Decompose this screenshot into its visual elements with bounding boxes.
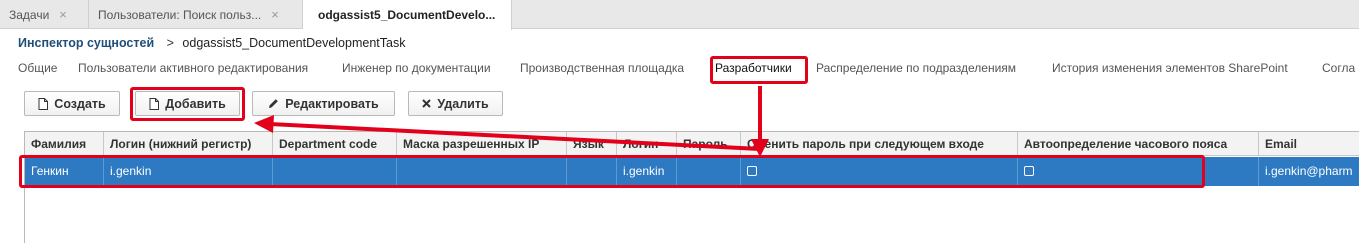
breadcrumb-separator: > xyxy=(166,36,174,50)
delete-button[interactable]: Удалить xyxy=(408,91,503,116)
tab-department-distribution[interactable]: Распределение по подразделениям xyxy=(816,61,1016,75)
tab-production-site[interactable]: Производственная площадка xyxy=(520,61,684,75)
edit-button[interactable]: Редактировать xyxy=(252,91,395,116)
pencil-icon xyxy=(268,98,279,109)
window-tab-bar: Задачи × Пользователи: Поиск польз... × … xyxy=(0,0,1359,30)
column-header-surname[interactable]: Фамилия xyxy=(25,132,104,156)
close-icon[interactable]: × xyxy=(271,7,279,22)
breadcrumb: Инспектор сущностей > odgassist5_Documen… xyxy=(18,36,405,50)
table-row[interactable]: Генкин i.genkin i.genkin i.genkin@pharm xyxy=(25,157,1359,186)
cell-timezone-autodetect xyxy=(1018,157,1259,186)
tab-active-editing-users[interactable]: Пользователи активного редактирования xyxy=(78,61,308,75)
cell-change-password xyxy=(741,157,1018,186)
add-button-label: Добавить xyxy=(165,96,226,111)
window-tab-label: Задачи xyxy=(9,7,50,22)
cell-language xyxy=(567,157,617,186)
delete-button-label: Удалить xyxy=(437,96,489,111)
column-header-login-lowercase[interactable]: Логин (нижний регистр) xyxy=(104,132,273,156)
x-icon xyxy=(422,99,432,108)
breadcrumb-link-entity-inspector[interactable]: Инспектор сущностей xyxy=(18,36,154,50)
create-button-label: Создать xyxy=(54,96,106,111)
cell-ip-mask xyxy=(397,157,567,186)
column-header-email[interactable]: Email xyxy=(1259,132,1359,156)
cell-login-lowercase: i.genkin xyxy=(104,157,273,186)
document-icon xyxy=(38,97,49,110)
tab-developers[interactable]: Разработчики xyxy=(715,61,792,75)
column-header-department-code[interactable]: Department code xyxy=(273,132,397,156)
cell-login: i.genkin xyxy=(617,157,677,186)
cell-password xyxy=(677,157,741,186)
tab-documentation-engineer[interactable]: Инженер по документации xyxy=(342,61,491,75)
column-header-password[interactable]: Пароль xyxy=(677,132,741,156)
tab-general[interactable]: Общие xyxy=(18,61,57,75)
timezone-autodetect-checkbox[interactable] xyxy=(1024,166,1034,176)
edit-button-label: Редактировать xyxy=(285,96,379,111)
change-password-checkbox[interactable] xyxy=(747,166,757,176)
column-header-timezone-autodetect[interactable]: Автоопределение часового пояса xyxy=(1018,132,1259,156)
document-icon xyxy=(149,97,160,110)
cell-department-code xyxy=(273,157,397,186)
create-button[interactable]: Создать xyxy=(24,91,120,116)
window-tab-label: Пользователи: Поиск польз... xyxy=(98,7,262,22)
close-icon[interactable]: × xyxy=(59,7,67,22)
tab-approval[interactable]: Согла xyxy=(1322,61,1355,75)
cell-email: i.genkin@pharm xyxy=(1259,157,1359,186)
window-tab-tasks[interactable]: Задачи × xyxy=(0,0,89,29)
breadcrumb-current: odgassist5_DocumentDevelopmentTask xyxy=(182,36,406,50)
cell-surname: Генкин xyxy=(25,157,104,186)
add-button[interactable]: Добавить xyxy=(135,91,240,116)
window-tab-users-search[interactable]: Пользователи: Поиск польз... × xyxy=(89,0,303,29)
column-header-change-password[interactable]: Сменить пароль при следующем входе xyxy=(741,132,1018,156)
tab-sharepoint-history[interactable]: История изменения элементов SharePoint xyxy=(1052,61,1288,75)
column-header-login[interactable]: Логин xyxy=(617,132,677,156)
users-table: Фамилия Логин (нижний регистр) Departmen… xyxy=(24,131,1359,243)
window-tab-label: odgassist5_DocumentDevelo... xyxy=(318,8,496,22)
window-tab-document-development[interactable]: odgassist5_DocumentDevelo... xyxy=(303,0,513,30)
column-header-ip-mask[interactable]: Маска разрешенных IP xyxy=(397,132,567,156)
column-header-language[interactable]: Язык xyxy=(567,132,617,156)
